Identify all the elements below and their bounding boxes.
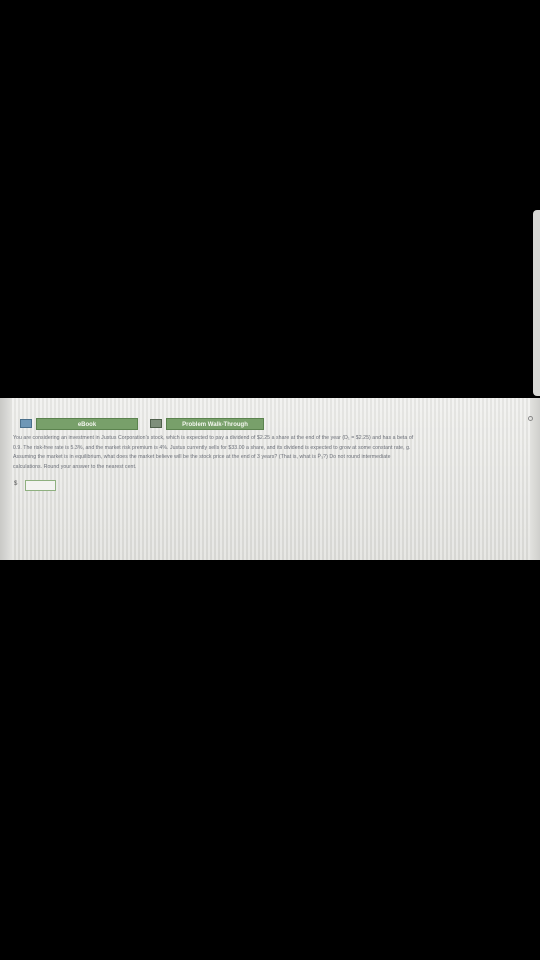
- screen-right-edge: [530, 398, 540, 560]
- ebook-button[interactable]: eBook: [36, 418, 138, 430]
- corner-indicator-icon: [528, 416, 533, 421]
- problem-text: You are considering an investment in Jus…: [13, 434, 525, 472]
- answer-input[interactable]: [25, 480, 56, 491]
- problem-line: Assuming the market is in equilibrium, w…: [13, 454, 391, 460]
- currency-label: $: [14, 481, 18, 487]
- screen-left-edge: [0, 398, 12, 560]
- document-icon[interactable]: [150, 419, 162, 428]
- monitor-icon[interactable]: [20, 419, 32, 428]
- problem-line: 0.9. The risk-free rate is 5.3%, and the…: [13, 444, 411, 451]
- scrollbar-thumb[interactable]: [533, 210, 540, 396]
- problem-line: calculations. Round your answer to the n…: [13, 463, 137, 470]
- problem-walk-through-button[interactable]: Problem Walk-Through: [166, 418, 264, 430]
- problem-line: You are considering an investment in Jus…: [13, 435, 414, 441]
